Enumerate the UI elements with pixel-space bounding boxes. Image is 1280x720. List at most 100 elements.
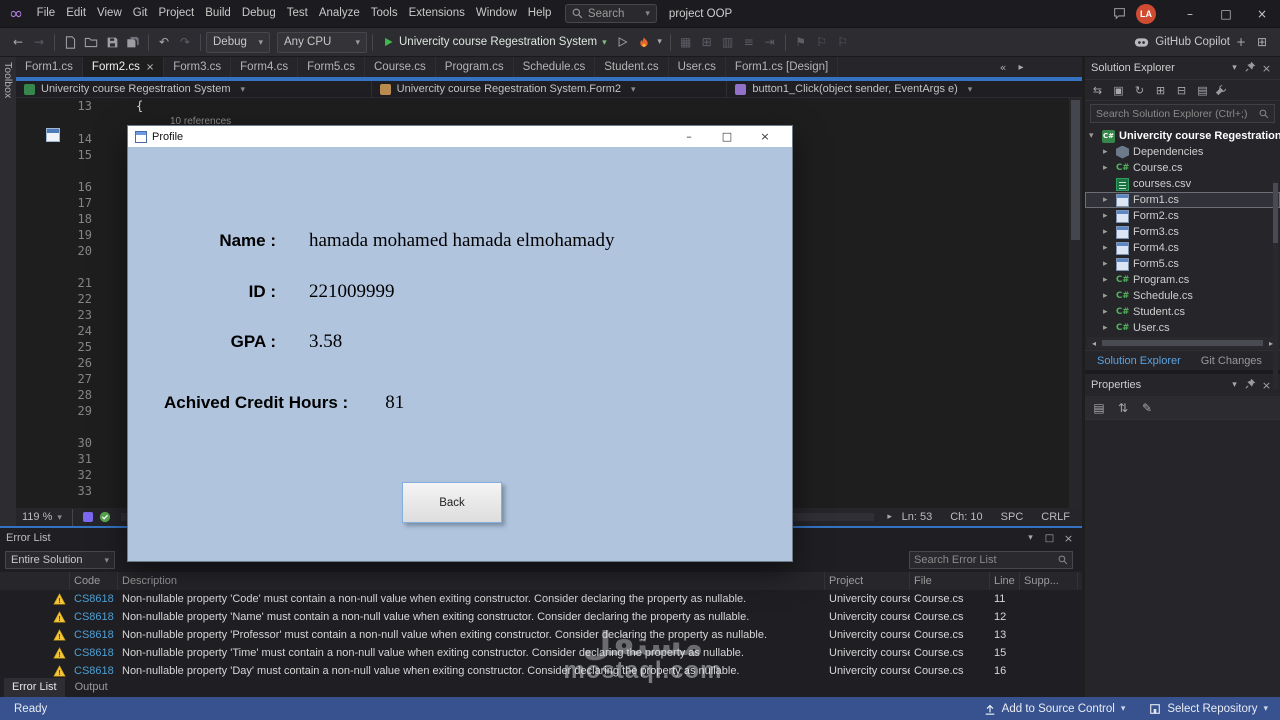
breadcrumb-type-dropdown[interactable]: Univercity course Regestration System.Fo…: [372, 81, 728, 97]
tab-close-icon[interactable]: ×: [146, 62, 154, 73]
scroll-right-icon[interactable]: ▸: [884, 507, 896, 527]
close-panel-icon[interactable]: ×: [1259, 378, 1274, 393]
expand-chevron-icon[interactable]: ▾: [1089, 131, 1098, 141]
collapse-all-icon[interactable]: ⊟: [1173, 82, 1190, 99]
spaces-indicator[interactable]: SPC: [1001, 511, 1024, 523]
copilot-badge-icon[interactable]: +: [1231, 32, 1251, 52]
error-row[interactable]: ! CS8618 Non-nullable property 'Day' mus…: [0, 662, 1082, 680]
panel-tab[interactable]: Git Changes: [1193, 351, 1270, 371]
expand-chevron-icon[interactable]: ▸: [1103, 195, 1112, 205]
tree-item[interactable]: courses.csv: [1085, 176, 1280, 192]
panel-tab[interactable]: Error List: [4, 678, 65, 697]
next-bookmark-icon[interactable]: ⚐: [833, 32, 853, 52]
menu-item[interactable]: Extensions: [403, 0, 470, 27]
tab-overflow-icon[interactable]: «: [995, 58, 1011, 76]
avatar[interactable]: LA: [1136, 3, 1156, 24]
start-debugging-button[interactable]: Univercity course Regestration System ▾: [378, 31, 612, 53]
solution-explorer-search-box[interactable]: [1090, 104, 1275, 123]
document-tab[interactable]: Form3.cs ×: [164, 57, 232, 77]
error-file[interactable]: Course.cs: [910, 590, 990, 608]
undo-icon[interactable]: ↶: [154, 32, 174, 52]
breadcrumb-member-dropdown[interactable]: button1_Click(object sender, EventArgs e…: [727, 81, 1082, 97]
categorized-icon[interactable]: ▤: [1089, 398, 1109, 418]
tree-item[interactable]: ▸ Form3.cs: [1085, 224, 1280, 240]
error-search-input[interactable]: [914, 554, 1058, 566]
toolbox-tab[interactable]: Toolbox: [2, 62, 14, 98]
error-code-link[interactable]: CS8618: [70, 626, 118, 644]
refresh-icon[interactable]: ↻: [1131, 82, 1148, 99]
error-row[interactable]: ! CS8618 Non-nullable property 'Professo…: [0, 626, 1082, 644]
window-position-icon[interactable]: ▾: [1227, 378, 1242, 393]
scrollbar-thumb[interactable]: [1273, 183, 1278, 243]
pending-changes-filter-icon[interactable]: ▣: [1110, 82, 1127, 99]
expand-chevron-icon[interactable]: ▸: [1103, 147, 1112, 157]
error-code-link[interactable]: CS8618: [70, 644, 118, 662]
error-scope-dropdown[interactable]: Entire Solution ▾: [5, 551, 115, 569]
analysis-icon[interactable]: [82, 512, 93, 522]
window-position-icon[interactable]: ▾: [1023, 531, 1038, 546]
expand-chevron-icon[interactable]: ▸: [1103, 243, 1112, 253]
add-to-source-control-button[interactable]: Add to Source Control ▾: [972, 697, 1138, 720]
attach-process-icon[interactable]: ▦: [676, 32, 696, 52]
column-header[interactable]: File: [910, 572, 990, 590]
menu-item[interactable]: Project: [153, 0, 200, 27]
expand-chevron-icon[interactable]: ▸: [1103, 259, 1112, 269]
save-icon[interactable]: [102, 32, 122, 52]
menu-item[interactable]: Test: [281, 0, 313, 27]
start-without-debugging-icon[interactable]: [613, 32, 633, 52]
document-tab[interactable]: Form4.cs ×: [231, 57, 299, 77]
scrollbar-thumb[interactable]: [1102, 340, 1263, 346]
line-operations-icon[interactable]: ≡: [739, 32, 759, 52]
open-folder-icon[interactable]: [81, 32, 101, 52]
tree-vertical-scrollbar[interactable]: [1273, 181, 1278, 389]
select-repository-button[interactable]: Select Repository ▾: [1137, 697, 1280, 720]
alphabetical-sort-icon[interactable]: ⇅: [1113, 398, 1133, 418]
tab-list-icon[interactable]: ▸: [1013, 58, 1029, 76]
close-panel-icon[interactable]: ×: [1061, 531, 1076, 546]
save-all-icon[interactable]: [123, 32, 143, 52]
search-box[interactable]: Search ▾: [564, 4, 657, 23]
panel-layout-icon[interactable]: ⊞: [1252, 32, 1272, 52]
column-header[interactable]: Description: [118, 572, 825, 590]
editor-vertical-scrollbar[interactable]: [1069, 98, 1082, 508]
property-pages-icon[interactable]: ✎: [1137, 398, 1157, 418]
close-button[interactable]: ×: [1244, 0, 1280, 28]
tree-item[interactable]: ▸ Student.cs: [1085, 304, 1280, 320]
error-row[interactable]: ! CS8618 Non-nullable property 'Name' mu…: [0, 608, 1082, 626]
error-row[interactable]: ! CS8618 Non-nullable property 'Time' mu…: [0, 644, 1082, 662]
scrollbar-thumb[interactable]: [1071, 100, 1080, 240]
nest-files-icon[interactable]: ⊞: [1152, 82, 1169, 99]
tree-item[interactable]: ▸ Form2.cs: [1085, 208, 1280, 224]
expand-chevron-icon[interactable]: ▸: [1103, 227, 1112, 237]
command-window-icon[interactable]: ⊞: [697, 32, 717, 52]
menu-item[interactable]: View: [92, 0, 128, 27]
document-tab[interactable]: Course.cs ×: [365, 57, 436, 77]
tree-item[interactable]: ▾ Univercity course Regestration System: [1085, 128, 1280, 144]
dialog-close-button[interactable]: ×: [746, 126, 784, 147]
document-tab[interactable]: Student.cs ×: [595, 57, 669, 77]
solution-explorer-search-input[interactable]: [1096, 107, 1259, 120]
feedback-icon[interactable]: [1113, 7, 1126, 20]
task-list-icon[interactable]: ▥: [718, 32, 738, 52]
code-health-icon[interactable]: [99, 511, 111, 523]
error-row[interactable]: ! CS8618 Non-nullable property 'Code' mu…: [0, 590, 1082, 608]
document-tab[interactable]: Form5.cs ×: [298, 57, 365, 77]
column-header[interactable]: Line: [990, 572, 1020, 590]
new-file-icon[interactable]: [60, 32, 80, 52]
menu-item[interactable]: File: [31, 0, 61, 27]
hot-reload-icon[interactable]: [634, 32, 654, 52]
menu-item[interactable]: Analyze: [313, 0, 365, 27]
column-header[interactable]: Project: [825, 572, 910, 590]
dialog-title-bar[interactable]: Profile – □ ×: [128, 126, 792, 147]
error-file[interactable]: Course.cs: [910, 644, 990, 662]
document-tab[interactable]: Form1.cs ×: [16, 57, 83, 77]
glyph-margin-form-icon[interactable]: [46, 128, 60, 142]
expand-chevron-icon[interactable]: ▸: [1103, 291, 1112, 301]
redo-icon[interactable]: ↷: [175, 32, 195, 52]
indent-icon[interactable]: ⇥: [760, 32, 780, 52]
error-file[interactable]: Course.cs: [910, 608, 990, 626]
navigate-back-icon[interactable]: ←: [8, 32, 28, 52]
error-file[interactable]: Course.cs: [910, 662, 990, 680]
expand-chevron-icon[interactable]: ▸: [1103, 323, 1112, 333]
column-header[interactable]: Supp...: [1020, 572, 1078, 590]
